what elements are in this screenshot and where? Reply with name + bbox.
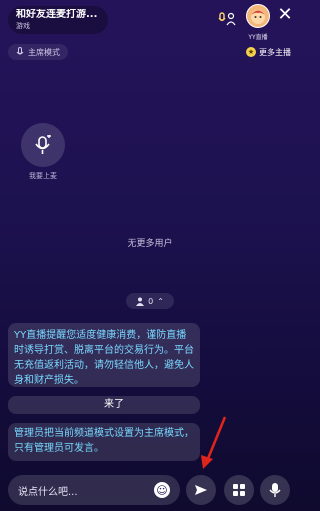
- room-info[interactable]: 和好友连麦打游... 游戏: [8, 6, 108, 34]
- host-label: YY直播: [248, 34, 268, 41]
- chat-input-placeholder: 说点什么吧...: [18, 486, 78, 498]
- chevron-up-icon: ⌃: [157, 296, 164, 306]
- seat-button[interactable]: [21, 123, 65, 167]
- online-count-button[interactable]: 0 ⌃: [126, 293, 174, 309]
- mic-icon: [16, 47, 24, 55]
- seat-label: 我要上麦: [29, 172, 57, 180]
- mode-label: 主席模式: [28, 47, 60, 57]
- room-category: 游戏: [16, 22, 30, 30]
- avatar-face-icon: [251, 10, 265, 24]
- close-icon[interactable]: ✕: [276, 6, 294, 24]
- emoji-icon[interactable]: ☺: [154, 482, 170, 498]
- user-name: [14, 396, 104, 414]
- annotation-arrow-icon: [201, 416, 227, 469]
- more-menu-button[interactable]: [224, 475, 254, 505]
- user-icon: [136, 297, 145, 306]
- share-button[interactable]: [186, 475, 216, 505]
- avatar[interactable]: [246, 4, 270, 28]
- admin-notice-message: 管理员把当前频道模式设置为主席模式，只有管理员可发言。: [8, 423, 200, 461]
- grid-icon: [233, 484, 245, 496]
- chat-input[interactable]: 说点什么吧... ☺: [8, 475, 180, 505]
- more-host-label: 更多主播: [259, 47, 291, 57]
- system-warning-message: YY直播提醒您适度健康消费，谨防直播时诱导打赏、脱离平台的交易行为。平台无充值返…: [8, 323, 200, 387]
- mode-badge: 主席模式: [8, 44, 68, 60]
- more-host-button[interactable]: ★ 更多主播: [246, 46, 291, 58]
- user-message-text: 来了: [104, 399, 124, 410]
- online-count: 0: [148, 296, 154, 306]
- mic-plus-icon: [35, 135, 51, 154]
- crown-icon: ★: [246, 47, 256, 57]
- mic-icon: [269, 483, 281, 497]
- share-icon: [195, 485, 207, 495]
- empty-state-text: 无更多用户: [127, 239, 173, 249]
- mic-button[interactable]: [260, 475, 290, 505]
- room-title: 和好友连麦打游...: [16, 9, 98, 20]
- user-message: 来了: [8, 396, 200, 414]
- mic-ring-icon[interactable]: [218, 11, 236, 27]
